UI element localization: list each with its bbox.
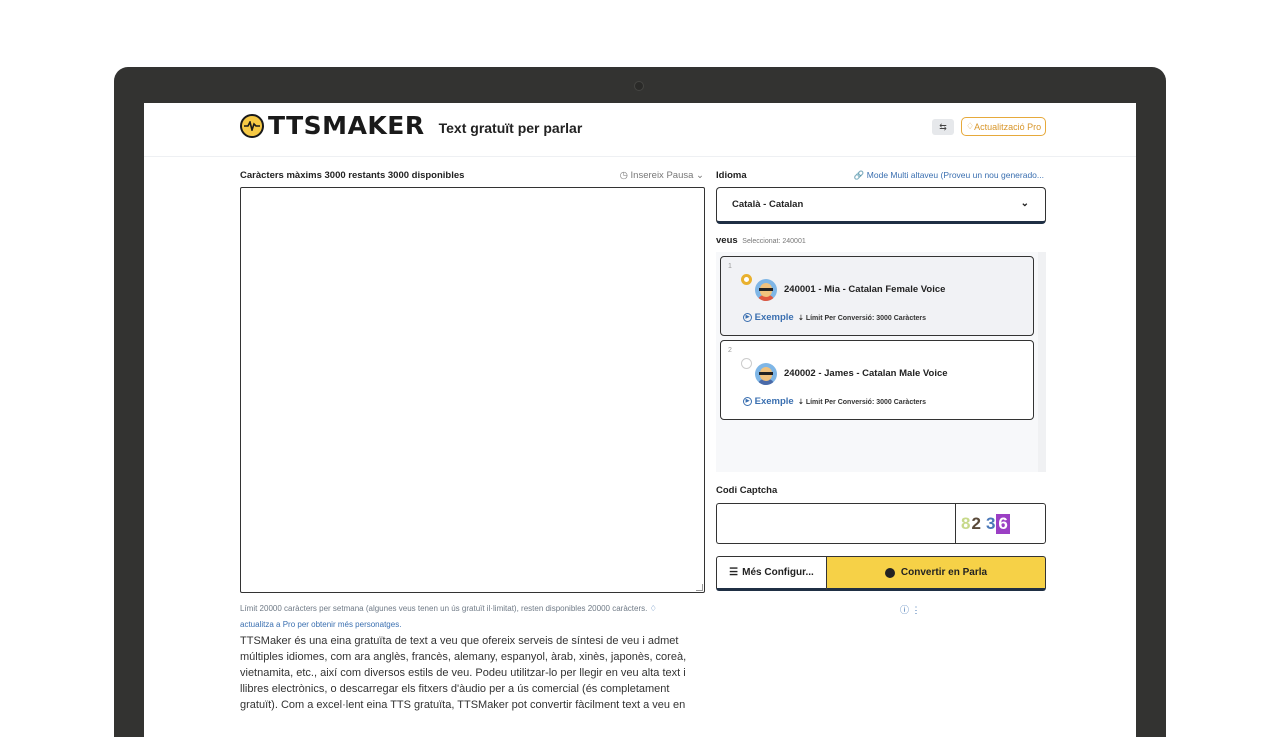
captcha-digit: 6 [996, 513, 1010, 534]
captcha-digit: 2 [971, 513, 981, 533]
browser-screen: TTSMAKER Text gratuït per parlar ⇆ ♢ Act… [144, 103, 1136, 737]
upgrade-link[interactable]: actualitza a Pro per obtenir més persona… [240, 620, 401, 629]
language-select[interactable]: Català - Catalan ⌄ [716, 187, 1046, 224]
voice-limit: ⇣ Límit Per Conversió: 3000 Caràcters [798, 314, 926, 322]
camera-icon [634, 81, 644, 91]
captcha-image[interactable]: 8 2 3 6 [955, 503, 1046, 544]
voices-title: veus [716, 235, 738, 246]
diamond-icon: ♢ [966, 121, 975, 131]
language-selected: Català - Catalan [732, 199, 804, 210]
sample-button[interactable]: ▶ Exemple [743, 312, 794, 323]
chevron-down-icon: ⌄ [696, 170, 704, 181]
avatar [755, 363, 777, 385]
sample-label: Exemple [754, 312, 794, 323]
tagline: Text gratuït per parlar [438, 120, 583, 136]
brand-logo[interactable]: TTSMAKER Text gratuït per parlar [240, 111, 582, 140]
captcha-input[interactable] [716, 503, 955, 544]
voice-name: 240001 - Mia - Catalan Female Voice [784, 284, 946, 295]
voice-limit-text: Límit Per Conversió: 3000 Caràcters [805, 399, 927, 406]
sample-button[interactable]: ▶ Exemple [743, 396, 794, 407]
page-header: TTSMAKER Text gratuït per parlar ⇆ ♢ Act… [144, 103, 1136, 157]
multi-speaker-label: Mode Multi altaveu (Proveu un nou genera… [866, 170, 1044, 180]
voice-card-240002[interactable]: 2 240002 - James - Catalan Male Voice ▶ … [720, 340, 1034, 420]
clock-icon: ◷ [619, 170, 628, 181]
voice-radio[interactable] [741, 274, 752, 285]
limit-note: Límit 20000 caràcters per setmana (algun… [240, 601, 706, 633]
voice-card-240001[interactable]: 1 240001 - Mia - Catalan Female Voice ▶ … [720, 256, 1034, 336]
play-icon: ▶ [743, 396, 752, 406]
avatar [755, 279, 777, 301]
voice-name: 240002 - James - Catalan Male Voice [784, 368, 948, 379]
voices-selected-note: Seleccionat: 240001 [742, 238, 806, 245]
upgrade-pro-button[interactable]: ♢ Actualització Pro [961, 117, 1047, 136]
resize-handle[interactable] [696, 584, 703, 591]
convert-label: Convertir en Parla [900, 567, 988, 578]
char-counter: Caràcters màxims 3000 restants 3000 disp… [240, 170, 465, 181]
brand-name: TTSMAKER [268, 111, 425, 140]
voice-list: 1 240001 - Mia - Catalan Female Voice ▶ … [716, 252, 1046, 472]
voice-radio[interactable] [741, 358, 752, 369]
translate-button[interactable]: ⇆ [932, 119, 954, 135]
play-circle-icon [884, 567, 895, 578]
text-input[interactable] [240, 187, 705, 593]
play-icon: ▶ [743, 312, 752, 322]
description-text: TTSMaker és una eina gratuïta de text a … [240, 635, 687, 711]
limit-icon: ⇣ [798, 399, 804, 406]
laptop-frame: TTSMAKER Text gratuït per parlar ⇆ ♢ Act… [114, 67, 1166, 737]
voice-limit: ⇣ Límit Per Conversió: 3000 Caràcters [798, 398, 926, 406]
upgrade-pro-label: Actualització Pro [974, 121, 1042, 132]
chevron-down-icon: ⌄ [1020, 198, 1029, 209]
more-settings-button[interactable]: ☰ Més Configur... [716, 556, 827, 591]
link-icon: 🔗 [853, 170, 865, 180]
translate-icon: ⇆ [939, 121, 947, 132]
voices-label: veus Seleccionat: 240001 [716, 235, 806, 246]
voice-list-scrollbar[interactable] [1038, 252, 1046, 472]
limit-note-text: Límit 20000 caràcters per setmana (algun… [240, 604, 648, 613]
more-settings-label: Més Configur... [742, 567, 814, 578]
language-label: Idioma [716, 170, 747, 181]
captcha-digit: 8 [961, 513, 971, 533]
diamond-icon: ♢ [649, 604, 657, 613]
convert-button[interactable]: Convertir en Parla [826, 556, 1046, 591]
limit-icon: ⇣ [798, 315, 804, 322]
insert-pause-button[interactable]: ◷ Insereix Pausa ⌄ [620, 170, 704, 181]
captcha-digit: 3 [985, 513, 996, 533]
voice-limit-text: Límit Per Conversió: 3000 Caràcters [805, 315, 927, 322]
voice-number: 2 [728, 347, 732, 354]
info-icon[interactable]: ⓘ ⋮ [900, 603, 921, 616]
waveform-logo-icon [240, 113, 264, 138]
voice-number: 1 [728, 263, 732, 270]
captcha-label: Codi Captcha [716, 485, 778, 496]
sliders-icon: ☰ [729, 567, 739, 578]
sample-label: Exemple [754, 396, 794, 407]
multi-speaker-link[interactable]: 🔗 Mode Multi altaveu (Proveu un nou gene… [854, 170, 1044, 181]
insert-pause-label: Insereix Pausa [630, 170, 694, 181]
